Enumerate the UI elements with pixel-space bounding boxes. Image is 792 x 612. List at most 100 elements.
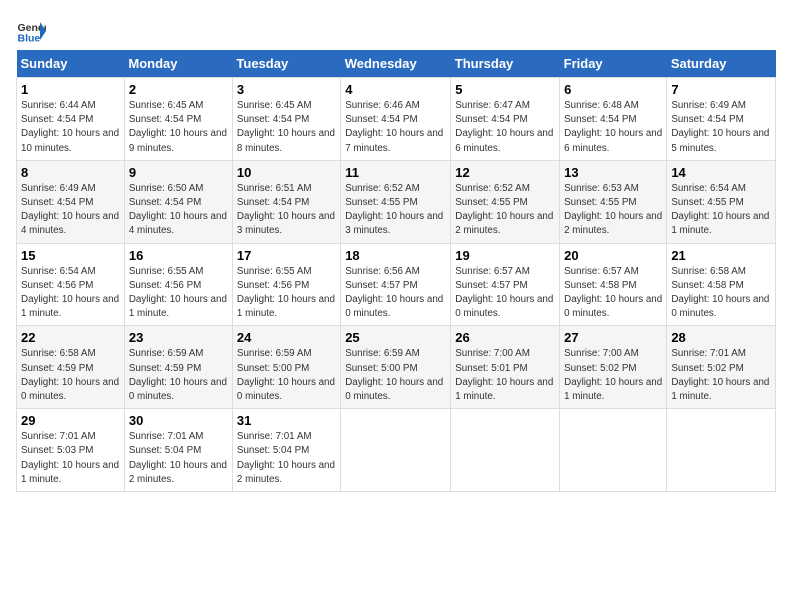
day-number: 21 <box>671 248 771 263</box>
day-detail: Sunrise: 6:45 AMSunset: 4:54 PMDaylight:… <box>237 100 335 154</box>
header-day-thursday: Thursday <box>451 50 560 78</box>
day-detail: Sunrise: 6:59 AMSunset: 4:59 PMDaylight:… <box>129 348 227 402</box>
day-number: 18 <box>345 248 446 263</box>
day-detail: Sunrise: 6:52 AMSunset: 4:55 PMDaylight:… <box>455 183 553 237</box>
calendar-cell: 23 Sunrise: 6:59 AMSunset: 4:59 PMDaylig… <box>124 326 232 409</box>
calendar-table: SundayMondayTuesdayWednesdayThursdayFrid… <box>16 50 776 492</box>
day-number: 20 <box>564 248 662 263</box>
calendar-cell: 13 Sunrise: 6:53 AMSunset: 4:55 PMDaylig… <box>560 160 667 243</box>
calendar-cell <box>560 409 667 492</box>
calendar-cell: 1 Sunrise: 6:44 AMSunset: 4:54 PMDayligh… <box>17 78 125 161</box>
logo-icon: General Blue <box>16 16 46 46</box>
day-number: 5 <box>455 82 555 97</box>
calendar-cell: 2 Sunrise: 6:45 AMSunset: 4:54 PMDayligh… <box>124 78 232 161</box>
day-number: 30 <box>129 413 228 428</box>
day-detail: Sunrise: 7:01 AMSunset: 5:02 PMDaylight:… <box>671 348 769 402</box>
week-row-2: 8 Sunrise: 6:49 AMSunset: 4:54 PMDayligh… <box>17 160 776 243</box>
calendar-cell: 14 Sunrise: 6:54 AMSunset: 4:55 PMDaylig… <box>667 160 776 243</box>
day-number: 12 <box>455 165 555 180</box>
day-number: 28 <box>671 330 771 345</box>
calendar-cell: 7 Sunrise: 6:49 AMSunset: 4:54 PMDayligh… <box>667 78 776 161</box>
calendar-cell: 10 Sunrise: 6:51 AMSunset: 4:54 PMDaylig… <box>232 160 340 243</box>
header-day-wednesday: Wednesday <box>341 50 451 78</box>
day-detail: Sunrise: 6:45 AMSunset: 4:54 PMDaylight:… <box>129 100 227 154</box>
header-day-friday: Friday <box>560 50 667 78</box>
calendar-header: SundayMondayTuesdayWednesdayThursdayFrid… <box>17 50 776 78</box>
day-detail: Sunrise: 6:46 AMSunset: 4:54 PMDaylight:… <box>345 100 443 154</box>
day-detail: Sunrise: 6:52 AMSunset: 4:55 PMDaylight:… <box>345 183 443 237</box>
calendar-cell: 27 Sunrise: 7:00 AMSunset: 5:02 PMDaylig… <box>560 326 667 409</box>
day-number: 19 <box>455 248 555 263</box>
day-number: 15 <box>21 248 120 263</box>
day-detail: Sunrise: 7:00 AMSunset: 5:01 PMDaylight:… <box>455 348 553 402</box>
day-number: 17 <box>237 248 336 263</box>
calendar-cell <box>341 409 451 492</box>
day-number: 16 <box>129 248 228 263</box>
calendar-cell: 15 Sunrise: 6:54 AMSunset: 4:56 PMDaylig… <box>17 243 125 326</box>
calendar-cell: 17 Sunrise: 6:55 AMSunset: 4:56 PMDaylig… <box>232 243 340 326</box>
calendar-cell: 26 Sunrise: 7:00 AMSunset: 5:01 PMDaylig… <box>451 326 560 409</box>
calendar-cell: 28 Sunrise: 7:01 AMSunset: 5:02 PMDaylig… <box>667 326 776 409</box>
calendar-cell: 31 Sunrise: 7:01 AMSunset: 5:04 PMDaylig… <box>232 409 340 492</box>
calendar-cell: 25 Sunrise: 6:59 AMSunset: 5:00 PMDaylig… <box>341 326 451 409</box>
day-detail: Sunrise: 6:54 AMSunset: 4:56 PMDaylight:… <box>21 266 119 320</box>
calendar-cell: 12 Sunrise: 6:52 AMSunset: 4:55 PMDaylig… <box>451 160 560 243</box>
day-number: 1 <box>21 82 120 97</box>
calendar-cell: 11 Sunrise: 6:52 AMSunset: 4:55 PMDaylig… <box>341 160 451 243</box>
week-row-1: 1 Sunrise: 6:44 AMSunset: 4:54 PMDayligh… <box>17 78 776 161</box>
day-detail: Sunrise: 6:59 AMSunset: 5:00 PMDaylight:… <box>345 348 443 402</box>
day-number: 14 <box>671 165 771 180</box>
calendar-cell: 6 Sunrise: 6:48 AMSunset: 4:54 PMDayligh… <box>560 78 667 161</box>
calendar-cell: 16 Sunrise: 6:55 AMSunset: 4:56 PMDaylig… <box>124 243 232 326</box>
day-number: 2 <box>129 82 228 97</box>
header-row: SundayMondayTuesdayWednesdayThursdayFrid… <box>17 50 776 78</box>
calendar-cell: 8 Sunrise: 6:49 AMSunset: 4:54 PMDayligh… <box>17 160 125 243</box>
day-detail: Sunrise: 6:51 AMSunset: 4:54 PMDaylight:… <box>237 183 335 237</box>
day-detail: Sunrise: 6:49 AMSunset: 4:54 PMDaylight:… <box>21 183 119 237</box>
day-number: 22 <box>21 330 120 345</box>
calendar-cell <box>667 409 776 492</box>
day-number: 13 <box>564 165 662 180</box>
day-detail: Sunrise: 6:59 AMSunset: 5:00 PMDaylight:… <box>237 348 335 402</box>
day-number: 23 <box>129 330 228 345</box>
day-number: 10 <box>237 165 336 180</box>
calendar-cell: 20 Sunrise: 6:57 AMSunset: 4:58 PMDaylig… <box>560 243 667 326</box>
day-detail: Sunrise: 6:48 AMSunset: 4:54 PMDaylight:… <box>564 100 662 154</box>
day-number: 7 <box>671 82 771 97</box>
calendar-cell: 22 Sunrise: 6:58 AMSunset: 4:59 PMDaylig… <box>17 326 125 409</box>
week-row-4: 22 Sunrise: 6:58 AMSunset: 4:59 PMDaylig… <box>17 326 776 409</box>
day-number: 3 <box>237 82 336 97</box>
day-detail: Sunrise: 6:57 AMSunset: 4:58 PMDaylight:… <box>564 266 662 320</box>
header-day-sunday: Sunday <box>17 50 125 78</box>
calendar-cell: 21 Sunrise: 6:58 AMSunset: 4:58 PMDaylig… <box>667 243 776 326</box>
day-number: 29 <box>21 413 120 428</box>
day-detail: Sunrise: 7:01 AMSunset: 5:03 PMDaylight:… <box>21 431 119 485</box>
day-detail: Sunrise: 6:56 AMSunset: 4:57 PMDaylight:… <box>345 266 443 320</box>
day-number: 6 <box>564 82 662 97</box>
calendar-cell: 3 Sunrise: 6:45 AMSunset: 4:54 PMDayligh… <box>232 78 340 161</box>
calendar-body: 1 Sunrise: 6:44 AMSunset: 4:54 PMDayligh… <box>17 78 776 492</box>
header-day-monday: Monday <box>124 50 232 78</box>
day-detail: Sunrise: 6:58 AMSunset: 4:58 PMDaylight:… <box>671 266 769 320</box>
day-detail: Sunrise: 7:01 AMSunset: 5:04 PMDaylight:… <box>237 431 335 485</box>
calendar-cell: 9 Sunrise: 6:50 AMSunset: 4:54 PMDayligh… <box>124 160 232 243</box>
day-detail: Sunrise: 6:47 AMSunset: 4:54 PMDaylight:… <box>455 100 553 154</box>
day-number: 27 <box>564 330 662 345</box>
day-detail: Sunrise: 6:58 AMSunset: 4:59 PMDaylight:… <box>21 348 119 402</box>
day-detail: Sunrise: 6:50 AMSunset: 4:54 PMDaylight:… <box>129 183 227 237</box>
logo: General Blue <box>16 16 50 46</box>
calendar-cell: 4 Sunrise: 6:46 AMSunset: 4:54 PMDayligh… <box>341 78 451 161</box>
day-detail: Sunrise: 6:53 AMSunset: 4:55 PMDaylight:… <box>564 183 662 237</box>
day-number: 11 <box>345 165 446 180</box>
week-row-3: 15 Sunrise: 6:54 AMSunset: 4:56 PMDaylig… <box>17 243 776 326</box>
day-number: 9 <box>129 165 228 180</box>
day-number: 8 <box>21 165 120 180</box>
day-detail: Sunrise: 6:54 AMSunset: 4:55 PMDaylight:… <box>671 183 769 237</box>
week-row-5: 29 Sunrise: 7:01 AMSunset: 5:03 PMDaylig… <box>17 409 776 492</box>
day-number: 4 <box>345 82 446 97</box>
header-day-tuesday: Tuesday <box>232 50 340 78</box>
calendar-cell: 24 Sunrise: 6:59 AMSunset: 5:00 PMDaylig… <box>232 326 340 409</box>
day-detail: Sunrise: 6:55 AMSunset: 4:56 PMDaylight:… <box>237 266 335 320</box>
day-detail: Sunrise: 7:00 AMSunset: 5:02 PMDaylight:… <box>564 348 662 402</box>
calendar-cell: 18 Sunrise: 6:56 AMSunset: 4:57 PMDaylig… <box>341 243 451 326</box>
